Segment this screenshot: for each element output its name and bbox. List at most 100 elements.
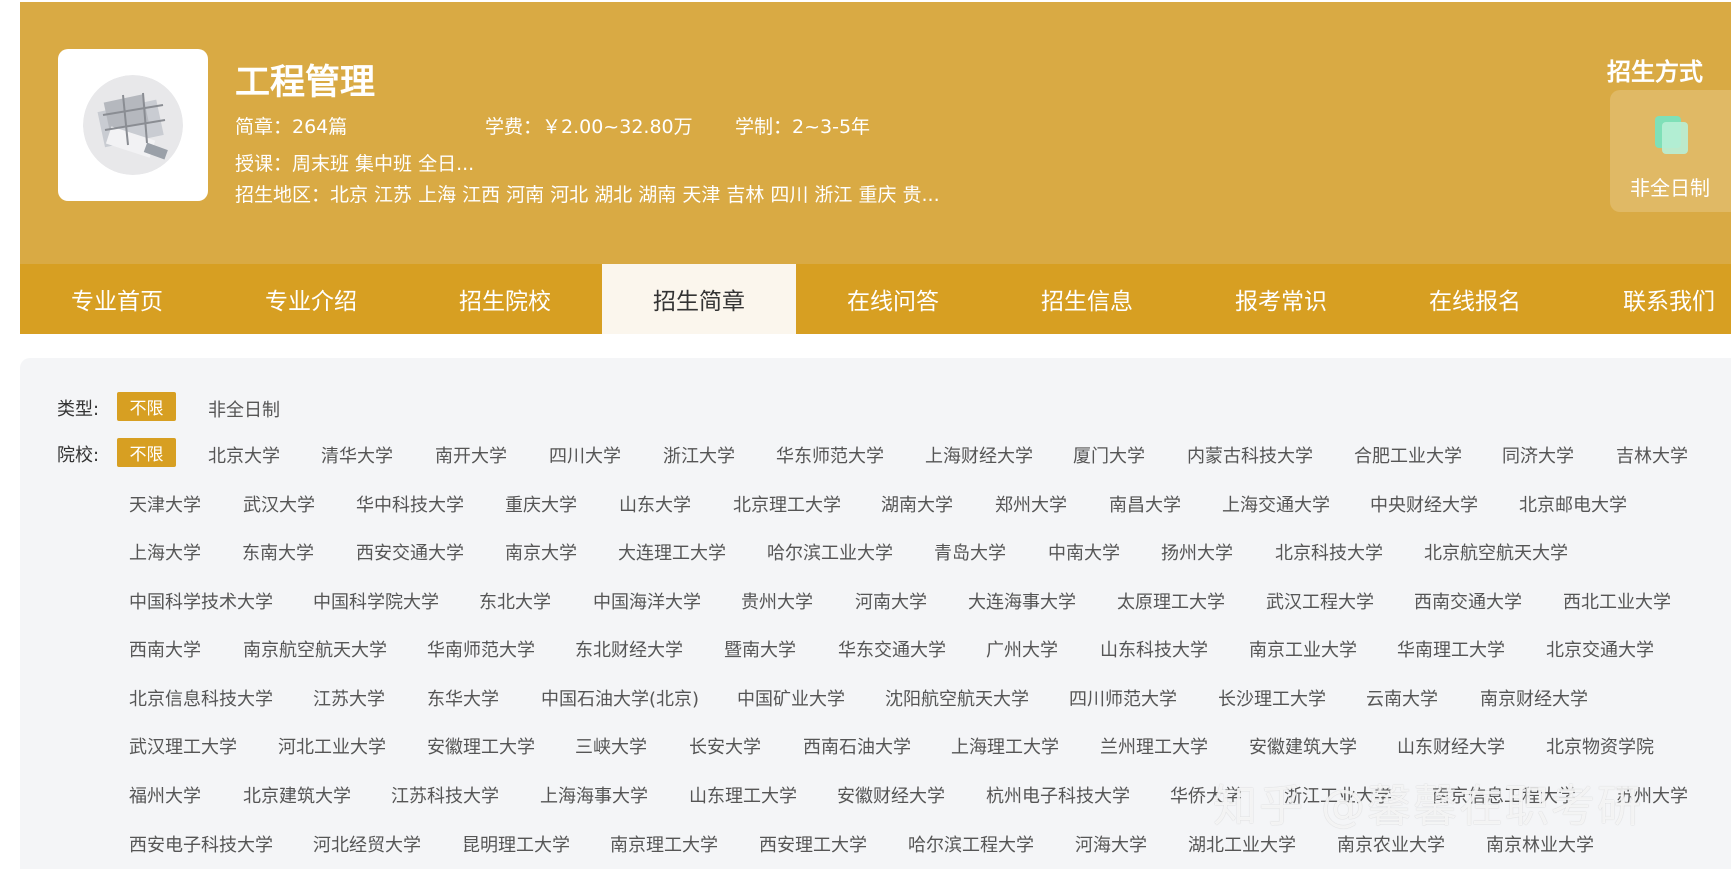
- school-option[interactable]: 四川师范大学: [1069, 685, 1177, 711]
- school-option[interactable]: 中央财经大学: [1370, 491, 1478, 517]
- school-option[interactable]: 东北财经大学: [575, 636, 683, 662]
- school-option[interactable]: 华南理工大学: [1397, 636, 1505, 662]
- school-option[interactable]: 北京交通大学: [1546, 636, 1654, 662]
- nav-enroll-info[interactable]: 招生信息: [990, 264, 1184, 334]
- school-option[interactable]: 北京航空航天大学: [1424, 539, 1568, 565]
- school-option[interactable]: 中国科学院大学: [313, 588, 439, 614]
- school-option[interactable]: 杭州电子科技大学: [986, 782, 1130, 808]
- nav-apply-online[interactable]: 在线报名: [1378, 264, 1572, 334]
- school-option[interactable]: 中国矿业大学: [737, 685, 845, 711]
- school-option[interactable]: 内蒙古科技大学: [1187, 442, 1313, 468]
- school-option[interactable]: 山东理工大学: [689, 782, 797, 808]
- school-option[interactable]: 华东师范大学: [776, 442, 884, 468]
- school-option[interactable]: 河北工业大学: [278, 733, 386, 759]
- school-option[interactable]: 安徽理工大学: [427, 733, 535, 759]
- nav-exam-tips[interactable]: 报考常识: [1184, 264, 1378, 334]
- school-option[interactable]: 北京信息科技大学: [129, 685, 273, 711]
- school-option[interactable]: 同济大学: [1502, 442, 1574, 468]
- school-option[interactable]: 北京大学: [208, 442, 280, 468]
- school-option[interactable]: 华侨大学: [1170, 782, 1242, 808]
- school-option[interactable]: 上海交通大学: [1222, 491, 1330, 517]
- school-option[interactable]: 东北大学: [479, 588, 551, 614]
- school-option[interactable]: 上海理工大学: [951, 733, 1059, 759]
- school-option[interactable]: 北京物资学院: [1546, 733, 1654, 759]
- school-option[interactable]: 河海大学: [1075, 831, 1147, 857]
- school-option[interactable]: 中国科学技术大学: [129, 588, 273, 614]
- school-option[interactable]: 大连理工大学: [618, 539, 726, 565]
- school-option[interactable]: 扬州大学: [1161, 539, 1233, 565]
- school-option[interactable]: 西南大学: [129, 636, 201, 662]
- school-option[interactable]: 山东大学: [619, 491, 691, 517]
- school-option[interactable]: 安徽财经大学: [837, 782, 945, 808]
- school-option[interactable]: 山东科技大学: [1100, 636, 1208, 662]
- school-option[interactable]: 北京科技大学: [1275, 539, 1383, 565]
- school-option[interactable]: 长沙理工大学: [1218, 685, 1326, 711]
- school-option[interactable]: 福州大学: [129, 782, 201, 808]
- school-option[interactable]: 广州大学: [986, 636, 1058, 662]
- school-option[interactable]: 三峡大学: [575, 733, 647, 759]
- type-filter-option[interactable]: 非全日制: [208, 396, 280, 422]
- school-option[interactable]: 太原理工大学: [1117, 588, 1225, 614]
- school-option[interactable]: 四川大学: [549, 442, 621, 468]
- nav-major-home[interactable]: 专业首页: [20, 264, 214, 334]
- school-option[interactable]: 北京邮电大学: [1519, 491, 1627, 517]
- school-option[interactable]: 西北工业大学: [1563, 588, 1671, 614]
- school-option[interactable]: 合肥工业大学: [1354, 442, 1462, 468]
- school-option[interactable]: 北京建筑大学: [243, 782, 351, 808]
- school-option[interactable]: 安徽建筑大学: [1249, 733, 1357, 759]
- school-option[interactable]: 昆明理工大学: [462, 831, 570, 857]
- school-option[interactable]: 江苏大学: [313, 685, 385, 711]
- school-option[interactable]: 南京工业大学: [1249, 636, 1357, 662]
- school-option[interactable]: 南京财经大学: [1480, 685, 1588, 711]
- school-option[interactable]: 贵州大学: [741, 588, 813, 614]
- nav-major-intro[interactable]: 专业介绍: [214, 264, 408, 334]
- school-option[interactable]: 中国海洋大学: [593, 588, 701, 614]
- nav-brochures[interactable]: 招生简章: [602, 264, 796, 334]
- school-option[interactable]: 南京大学: [505, 539, 577, 565]
- school-option[interactable]: 南京农业大学: [1337, 831, 1445, 857]
- school-option[interactable]: 西安交通大学: [356, 539, 464, 565]
- school-option[interactable]: 东华大学: [427, 685, 499, 711]
- school-option[interactable]: 苏州大学: [1616, 782, 1688, 808]
- school-option[interactable]: 河南大学: [855, 588, 927, 614]
- school-option[interactable]: 北京理工大学: [733, 491, 841, 517]
- school-option[interactable]: 清华大学: [321, 442, 393, 468]
- school-option[interactable]: 东南大学: [242, 539, 314, 565]
- school-option[interactable]: 西南石油大学: [803, 733, 911, 759]
- school-option[interactable]: 华南师范大学: [427, 636, 535, 662]
- enrollment-mode-card[interactable]: 非全日制: [1610, 90, 1731, 212]
- school-option[interactable]: 西安理工大学: [759, 831, 867, 857]
- school-option[interactable]: 哈尔滨工业大学: [767, 539, 893, 565]
- school-option[interactable]: 浙江工业大学: [1284, 782, 1392, 808]
- school-option[interactable]: 郑州大学: [995, 491, 1067, 517]
- school-option[interactable]: 华中科技大学: [356, 491, 464, 517]
- school-option[interactable]: 天津大学: [129, 491, 201, 517]
- nav-contact[interactable]: 联系我们: [1572, 264, 1731, 334]
- school-option[interactable]: 南昌大学: [1109, 491, 1181, 517]
- school-option[interactable]: 南京林业大学: [1486, 831, 1594, 857]
- school-option[interactable]: 南开大学: [435, 442, 507, 468]
- school-option[interactable]: 南京理工大学: [610, 831, 718, 857]
- school-option[interactable]: 暨南大学: [724, 636, 796, 662]
- type-filter-all[interactable]: 不限: [117, 392, 176, 421]
- school-option[interactable]: 山东财经大学: [1397, 733, 1505, 759]
- school-option[interactable]: 长安大学: [689, 733, 761, 759]
- school-option[interactable]: 武汉大学: [243, 491, 315, 517]
- school-option[interactable]: 湖北工业大学: [1188, 831, 1296, 857]
- school-option[interactable]: 青岛大学: [934, 539, 1006, 565]
- school-option[interactable]: 河北经贸大学: [313, 831, 421, 857]
- school-filter-all[interactable]: 不限: [117, 438, 176, 467]
- school-option[interactable]: 上海海事大学: [540, 782, 648, 808]
- school-option[interactable]: 湖南大学: [881, 491, 953, 517]
- school-option[interactable]: 哈尔滨工程大学: [908, 831, 1034, 857]
- nav-qa[interactable]: 在线问答: [796, 264, 990, 334]
- school-option[interactable]: 上海大学: [129, 539, 201, 565]
- school-option[interactable]: 浙江大学: [663, 442, 735, 468]
- school-option[interactable]: 沈阳航空航天大学: [885, 685, 1029, 711]
- school-option[interactable]: 西安电子科技大学: [129, 831, 273, 857]
- school-option[interactable]: 武汉理工大学: [129, 733, 237, 759]
- school-option[interactable]: 吉林大学: [1616, 442, 1688, 468]
- school-option[interactable]: 中南大学: [1048, 539, 1120, 565]
- school-option[interactable]: 南京航空航天大学: [243, 636, 387, 662]
- school-option[interactable]: 云南大学: [1366, 685, 1438, 711]
